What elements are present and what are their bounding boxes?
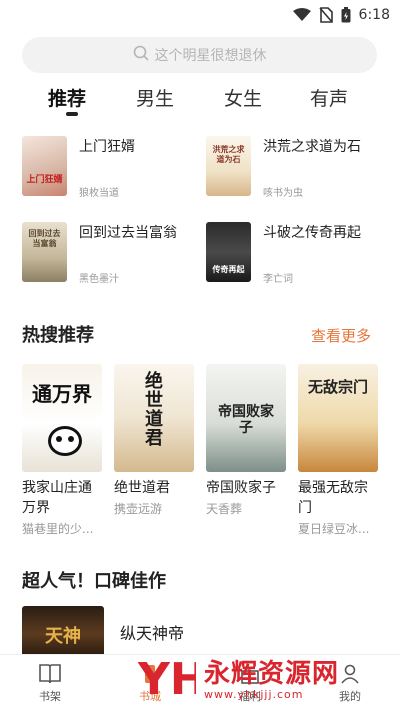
nav-label: 书架 [39,690,61,703]
book-title: 最强无敌宗门 [298,480,368,516]
wifi-icon [292,8,311,22]
book-item[interactable]: 上门狂婿 上门狂婿 狼枚当道 [22,136,189,199]
book-author: 夏日绿豆冰... [298,522,370,536]
book-title: 帝国败家子 [206,480,276,496]
book-title: 洪荒之求道为石 [263,139,361,155]
book-item[interactable]: 传奇再起 斗破之传奇再起 李亡词 [206,222,393,285]
book-title: 回到过去当富翁 [79,225,177,241]
battery-icon [341,7,351,23]
book-item[interactable]: 回到过去当富翁 回到过去当富翁 黑色墨汁 [22,222,199,285]
book-cover: 帝国败家子 [206,364,286,472]
watermark-text: 永辉资源网 [204,658,340,689]
tab-recommend[interactable]: 推荐 [48,84,86,111]
hot-book-item[interactable]: 帝国败家子 帝国败家子 天香葬 [206,364,286,517]
book-cover: 回到过去当富翁 [22,222,67,282]
book-cover: 无敌宗门 [298,364,378,472]
hot-book-item[interactable]: 通万界 我家山庄通万界 猫巷里的少... [22,364,102,537]
book-item[interactable]: 洪荒之求道为石 洪荒之求道为石 咳书为虫 [206,136,393,199]
book-author: 狼枚当道 [79,188,119,199]
book-author: 猫巷里的少... [22,522,94,536]
clock: 6:18 [358,7,390,23]
search-placeholder: 这个明星很想退休 [154,48,267,64]
hot-book-item[interactable]: 绝世道君 绝世道君 携壶远游 [114,364,194,517]
book-cover: 传奇再起 [206,222,251,282]
watermark: YH 永辉资源网 www.yhkjjj.com [137,650,400,710]
section-title-popular: 超人气！口碑佳作 [22,571,166,592]
status-bar: 6:18 [0,0,400,30]
book-cover: 绝世道君 [114,364,194,472]
tab-female[interactable]: 女生 [224,84,262,111]
tab-audio[interactable]: 有声 [310,84,348,111]
section-title-hot: 热搜推荐 [22,325,94,346]
book-icon [38,663,62,688]
book-author: 天香葬 [206,502,243,516]
book-title: 我家山庄通万界 [22,480,92,516]
svg-text:YH: YH [138,654,196,702]
book-title: 上门狂婿 [79,139,135,155]
category-tabs: 推荐 男生 女生 有声 [0,78,400,124]
book-author: 李亡词 [263,274,293,285]
hot-book-item[interactable]: 无敌宗门 最强无敌宗门 夏日绿豆冰... [298,364,378,537]
book-author: 黑色墨汁 [79,274,119,285]
nav-bookshelf[interactable]: 书架 [0,655,100,710]
book-author: 携壶远游 [114,502,163,516]
book-cover: 洪荒之求道为石 [206,136,251,196]
book-cover: 通万界 [22,364,102,472]
watermark-logo: YH [137,654,207,706]
search-bar[interactable]: 这个明星很想退休 [22,37,377,73]
tab-indicator [66,112,78,116]
book-title: 纵天神帝 [120,624,185,643]
watermark-url: www.yhkjjj.com [204,687,304,701]
view-more-link[interactable]: 查看更多 [311,325,371,346]
book-author: 咳书为虫 [263,188,303,199]
no-sim-icon [318,7,333,23]
book-title: 绝世道君 [114,480,170,496]
book-title: 斗破之传奇再起 [263,225,361,241]
book-cover: 上门狂婿 [22,136,67,196]
search-icon [133,45,149,65]
tab-male[interactable]: 男生 [136,84,174,111]
